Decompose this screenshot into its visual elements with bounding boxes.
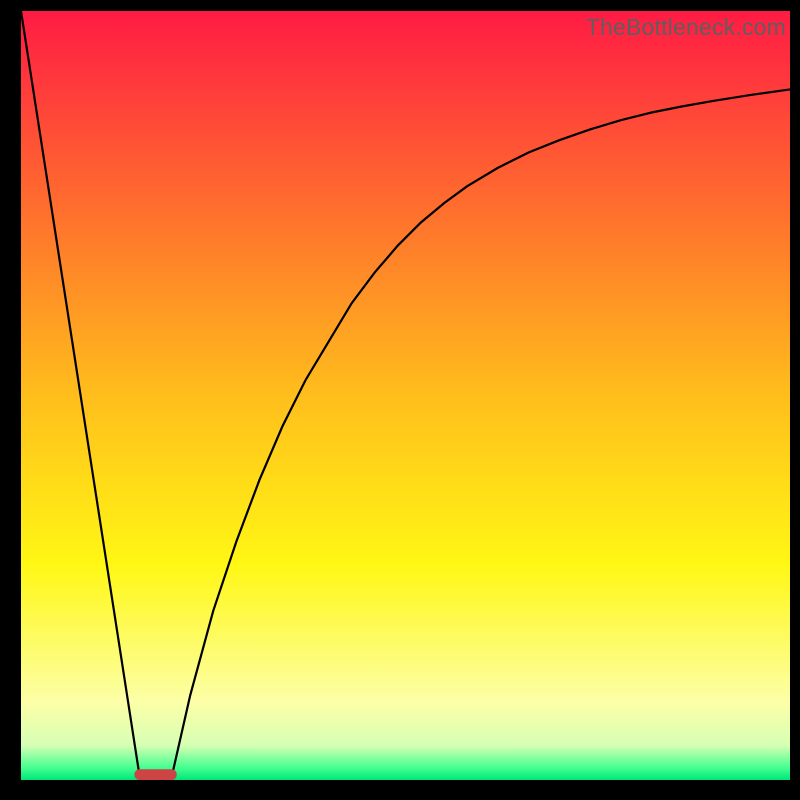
watermark-text: TheBottleneck.com [586,14,786,41]
chart-plot [21,11,790,780]
chart-frame: TheBottleneck.com [0,0,800,800]
plot-background [21,11,790,780]
bottom-marker-pill [134,769,176,780]
